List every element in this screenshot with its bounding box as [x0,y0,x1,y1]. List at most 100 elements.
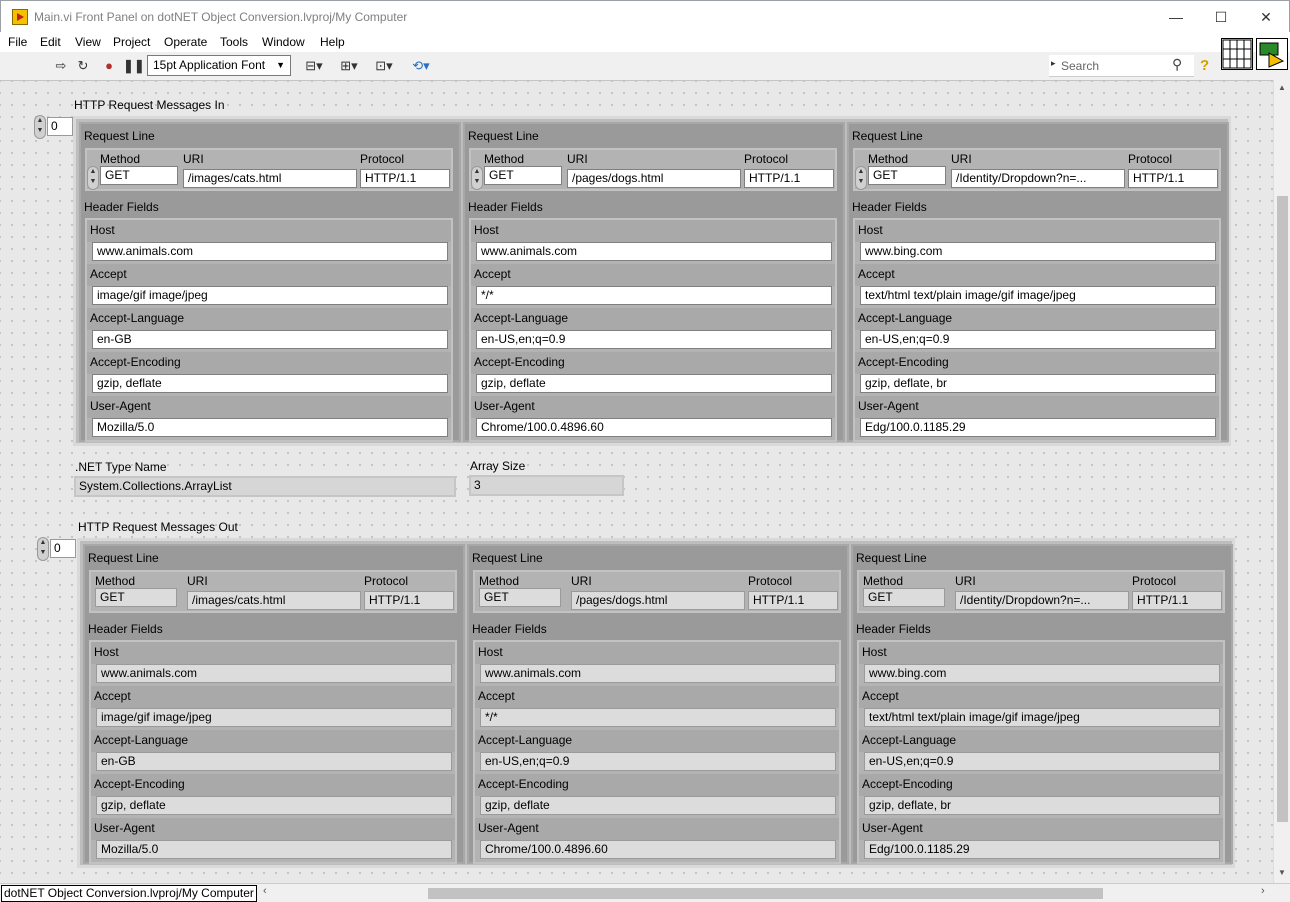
scroll-up-icon[interactable]: ▲ [1278,83,1286,92]
header-value-field[interactable]: en-US,en;q=0.9 [860,330,1216,349]
header-field-row: Host www.animals.com [87,220,451,264]
menu-view[interactable]: View [75,35,101,49]
http-message-cluster: Request Line Method ▲ ▼ GET URI/images/cats.h… [79,122,461,442]
uri-field[interactable]: /Identity/Dropdown?n=... [951,169,1125,188]
align-objects-icon[interactable]: ⊟▾ [302,58,326,74]
method-label: Method [100,152,141,166]
menu-operate[interactable]: Operate [164,35,207,49]
method-field[interactable]: GET [484,166,562,185]
protocol-field[interactable]: HTTP/1.1 [1128,169,1218,188]
protocol-label: Protocol [744,152,789,166]
distribute-objects-icon[interactable]: ⊞▾ [337,58,361,74]
header-field-row: Accept-Language en-US,en;q=0.9 [859,730,1223,774]
http-message-cluster: Request Line Method GET URI/Identity/Dropdo… [851,544,1233,864]
horizontal-scroll-thumb[interactable] [428,888,1103,899]
search-input[interactable] [1061,58,1169,74]
search-box[interactable]: ▸ ⚲ [1049,55,1194,77]
protocol-field[interactable]: HTTP/1.1 [360,169,450,188]
uri-field[interactable]: /images/cats.html [183,169,357,188]
scroll-down-icon[interactable]: ▼ [1278,868,1286,877]
menu-window[interactable]: Window [262,35,305,49]
header-field-row: Accept-Encoding gzip, deflate [87,352,451,396]
scroll-left-icon[interactable]: ‹ [263,885,267,897]
protocol-field[interactable]: HTTP/1.1 [744,169,834,188]
method-ring-spin-icon[interactable]: ▲ ▼ [87,166,99,190]
http-in-array-index[interactable]: ▲ ▼ 0 [34,115,74,139]
header-field-row: Accept-Encoding gzip, deflate, br [855,352,1219,396]
header-name: User-Agent [87,396,451,418]
vi-icon[interactable] [1256,38,1288,70]
header-value-field: www.bing.com [864,664,1220,683]
header-field-row: Accept-Language en-US,en;q=0.9 [471,308,835,352]
header-name: Accept-Language [859,730,1223,752]
header-field-row: User-Agent Edg/100.0.1185.29 [859,818,1223,862]
index-value[interactable]: 0 [47,117,73,136]
header-name: Accept-Encoding [87,352,451,374]
header-value-field[interactable]: gzip, deflate, br [860,374,1216,393]
run-arrow-icon[interactable]: ⇨ [53,58,69,74]
header-field-row: Host www.bing.com [855,220,1219,264]
header-value-field[interactable]: www.animals.com [476,242,832,261]
header-fields-label: Header Fields [468,200,543,214]
header-value-field[interactable]: gzip, deflate [476,374,832,393]
index-spin-icon[interactable]: ▲ ▼ [37,537,49,561]
connector-pane-icon[interactable] [1221,38,1253,70]
search-icon[interactable]: ⚲ [1172,56,1182,73]
header-value-field[interactable]: Chrome/100.0.4896.60 [476,418,832,437]
run-continuously-icon[interactable]: ↻ [75,58,91,74]
header-value-field[interactable]: Edg/100.0.1185.29 [860,418,1216,437]
header-value-field[interactable]: en-US,en;q=0.9 [476,330,832,349]
menu-project[interactable]: Project [113,35,150,49]
header-value-field[interactable]: www.animals.com [92,242,448,261]
font-dropdown[interactable]: 15pt Application Font ▼ [147,55,291,76]
header-value-field[interactable]: image/gif image/jpeg [92,286,448,305]
header-field-row: Accept-Language en-GB [87,308,451,352]
labview-vi-icon [12,9,28,25]
status-bar: dotNET Object Conversion.lvproj/My Compu… [0,883,1290,902]
index-value[interactable]: 0 [50,539,76,558]
uri-field[interactable]: /pages/dogs.html [567,169,741,188]
request-line-cluster: Method ▲ ▼ GET URI/pages/dogs.html Protocol HT… [469,148,837,191]
protocol-label: Protocol [748,574,793,588]
method-field: GET [863,588,945,607]
close-button[interactable]: ✕ [1243,1,1289,33]
method-label: Method [95,574,136,588]
method-ring-spin-icon[interactable]: ▲ ▼ [471,166,483,190]
header-value-field[interactable]: en-GB [92,330,448,349]
header-value-field[interactable]: www.bing.com [860,242,1216,261]
menu-help[interactable]: Help [320,35,345,49]
protocol-field: HTTP/1.1 [748,591,838,610]
index-spin-icon[interactable]: ▲ ▼ [34,115,46,139]
menu-file[interactable]: File [8,35,27,49]
header-fields-label: Header Fields [84,200,159,214]
header-value-field[interactable]: text/html text/plain image/gif image/jpe… [860,286,1216,305]
header-name: Accept-Encoding [471,352,835,374]
header-value-field[interactable]: gzip, deflate [92,374,448,393]
header-name: Accept-Language [855,308,1219,330]
header-value-field: */* [480,708,836,727]
maximize-button[interactable]: ☐ [1198,1,1244,33]
vertical-scroll-thumb[interactable] [1277,196,1288,822]
menu-edit[interactable]: Edit [40,35,61,49]
header-value-field[interactable]: */* [476,286,832,305]
header-field-row: Accept image/gif image/jpeg [91,686,455,730]
method-field[interactable]: GET [100,166,178,185]
search-expand-icon[interactable]: ▸ [1051,58,1056,69]
header-field-row: User-Agent Chrome/100.0.4896.60 [471,396,835,440]
header-name: User-Agent [475,818,839,840]
http-out-array-index[interactable]: ▲ ▼ 0 [37,537,77,561]
reorder-icon[interactable]: ⟲▾ [409,58,433,74]
pause-icon[interactable]: ❚❚ [123,58,145,74]
minimize-button[interactable]: — [1153,1,1199,33]
resize-objects-icon[interactable]: ⊡▾ [372,58,396,74]
scroll-right-icon[interactable]: › [1261,885,1265,897]
vertical-scrollbar[interactable]: ▲ ▼ [1273,80,1290,883]
method-field[interactable]: GET [868,166,946,185]
menu-tools[interactable]: Tools [220,35,248,49]
abort-icon[interactable]: ● [101,58,117,74]
help-icon[interactable]: ? [1200,57,1216,74]
header-value-field[interactable]: Mozilla/5.0 [92,418,448,437]
header-field-row: Accept-Encoding gzip, deflate [471,352,835,396]
method-ring-spin-icon[interactable]: ▲ ▼ [855,166,867,190]
header-name: Host [855,220,1219,242]
